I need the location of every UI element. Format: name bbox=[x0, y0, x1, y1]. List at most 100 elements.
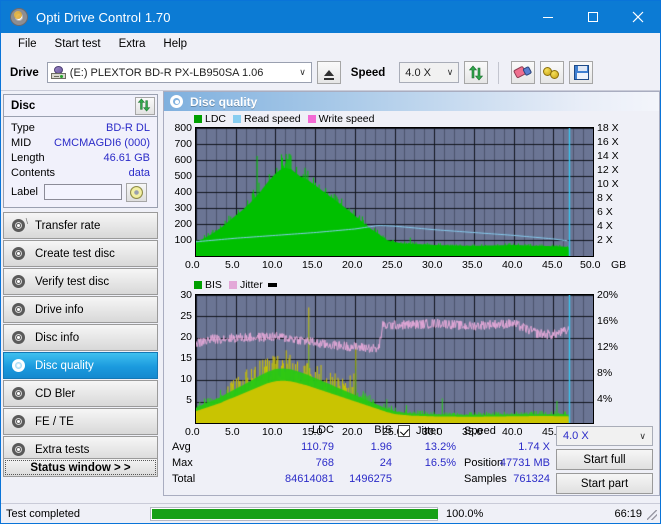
bottom-y2tick-16: 16% bbox=[597, 315, 619, 327]
main-panel: Disc quality LDC Read speed Write speed bbox=[163, 91, 660, 496]
toolbar-divider bbox=[498, 61, 500, 84]
stats-max-jitter: 16.5% bbox=[424, 457, 456, 469]
disc-row-length: Length 46.61 GB bbox=[4, 150, 157, 165]
sidebar-item-fe-te[interactable]: FE / TE bbox=[3, 408, 158, 435]
legend-label: Jitter bbox=[239, 279, 263, 291]
drive-icon bbox=[50, 66, 66, 79]
speed-select[interactable]: 4.0 X ∨ bbox=[399, 62, 460, 83]
disc-label-input[interactable] bbox=[43, 184, 122, 200]
title-bar: Opti Drive Control 1.70 bbox=[1, 1, 660, 33]
stats-samples-value: 761324 bbox=[513, 473, 550, 485]
sidebar-nav: \ Transfer rate Create test disc Verify … bbox=[3, 212, 158, 464]
top-xtick-20: 20.0 bbox=[342, 259, 363, 271]
drive-select[interactable]: (E:) PLEXTOR BD-R PX-LB950SA 1.06 ∨ bbox=[46, 62, 312, 83]
erase-button[interactable] bbox=[511, 61, 536, 84]
app-disc-icon bbox=[10, 8, 28, 26]
minimize-button[interactable] bbox=[525, 1, 570, 33]
legend-item-write-speed: Write speed bbox=[307, 113, 375, 125]
chevron-down-icon: ∨ bbox=[639, 430, 646, 441]
legend-swatch bbox=[228, 281, 237, 289]
stats-col-bis: BIS bbox=[374, 424, 392, 436]
eraser-icon bbox=[512, 63, 534, 82]
sidebar-item-label: FE / TE bbox=[35, 415, 74, 428]
disc-icon bbox=[11, 330, 27, 346]
legend-label: LDC bbox=[205, 113, 227, 125]
refresh-icon bbox=[468, 65, 484, 81]
bottom-ytick-5: 5 bbox=[186, 394, 192, 406]
sidebar-item-disc-info[interactable]: Disc info bbox=[3, 324, 158, 351]
refresh-icon bbox=[137, 97, 153, 114]
sidebar-item-label: Transfer rate bbox=[35, 219, 101, 232]
eject-icon bbox=[323, 69, 334, 80]
top-y2tick-10x: 10 X bbox=[597, 178, 619, 190]
stats-row-max-label: Max bbox=[172, 457, 193, 469]
top-ytick-400: 400 bbox=[174, 186, 192, 198]
top-xtick-5: 5.0 bbox=[225, 259, 240, 271]
speed-select-value: 4.0 X bbox=[405, 66, 431, 79]
eject-button[interactable] bbox=[316, 61, 341, 84]
top-y2tick-4x: 4 X bbox=[597, 220, 613, 232]
disc-icon: \ bbox=[11, 217, 28, 234]
stats-row-total-label: Total bbox=[172, 473, 196, 485]
window-controls bbox=[525, 1, 660, 33]
start-part-button[interactable]: Start part bbox=[556, 473, 653, 494]
top-xtick-30: 30.0 bbox=[422, 259, 443, 271]
sidebar-item-label: Create test disc bbox=[35, 247, 115, 260]
sidebar-item-label: Extra tests bbox=[35, 443, 90, 456]
top-ytick-600: 600 bbox=[174, 154, 192, 166]
save-button[interactable] bbox=[569, 61, 594, 84]
cd-icon bbox=[129, 185, 143, 199]
disc-label-apply-button[interactable] bbox=[125, 182, 147, 202]
start-full-button[interactable]: Start full bbox=[556, 449, 653, 470]
test-speed-value: 4.0 X bbox=[563, 430, 589, 442]
elapsed-time: 66:19 bbox=[614, 507, 642, 520]
refresh-button[interactable] bbox=[464, 61, 489, 84]
disc-row-value: 46.61 GB bbox=[103, 151, 150, 164]
top-xtick-40: 40.0 bbox=[502, 259, 523, 271]
drive-label: Drive bbox=[10, 66, 39, 79]
bottom-y2tick-12: 12% bbox=[597, 341, 619, 353]
disc-icon bbox=[11, 442, 27, 458]
menu-help[interactable]: Help bbox=[154, 36, 196, 52]
legend-item-read-speed: Read speed bbox=[233, 113, 301, 125]
sidebar-item-label: Drive info bbox=[35, 303, 84, 316]
disc-row-value: BD-R DL bbox=[105, 121, 150, 134]
bottom-y2tick-20: 20% bbox=[597, 289, 619, 301]
test-speed-select[interactable]: 4.0 X ∨ bbox=[556, 426, 653, 446]
sidebar-item-create-test-disc[interactable]: Create test disc bbox=[3, 240, 158, 267]
top-chart-legend: LDC Read speed Write speed bbox=[194, 113, 382, 125]
menu-file[interactable]: File bbox=[9, 36, 46, 52]
disc-icon bbox=[11, 386, 27, 402]
disc-refresh-button[interactable] bbox=[135, 96, 155, 115]
sidebar-item-drive-info[interactable]: Drive info bbox=[3, 296, 158, 323]
sidebar: Disc Type BD-R DL MID CMCMAGDI6 (000) Le… bbox=[1, 91, 161, 496]
menu-start-test[interactable]: Start test bbox=[46, 36, 110, 52]
disc-panel-header: Disc bbox=[4, 95, 157, 117]
chevron-down-icon: ∨ bbox=[299, 67, 306, 77]
sidebar-item-transfer-rate[interactable]: \ Transfer rate bbox=[3, 212, 158, 239]
top-chart-plot bbox=[195, 127, 594, 257]
bottom-ytick-10: 10 bbox=[180, 373, 192, 385]
disc-row-value: data bbox=[128, 166, 150, 179]
sidebar-item-label: Disc info bbox=[35, 331, 80, 344]
menu-extra[interactable]: Extra bbox=[110, 36, 155, 52]
sidebar-item-disc-quality[interactable]: Disc quality bbox=[3, 352, 158, 379]
resize-grip[interactable] bbox=[647, 510, 657, 520]
close-button[interactable] bbox=[615, 1, 660, 33]
disc-row-type: Type BD-R DL bbox=[4, 120, 157, 135]
stats-panel: LDC BIS Avg 110.79 1.96 Max 768 24 Total… bbox=[164, 422, 659, 495]
disc-icon bbox=[11, 246, 27, 262]
sidebar-item-label: CD Bler bbox=[35, 387, 76, 400]
progress-fill bbox=[152, 508, 438, 519]
jitter-label: Jitter bbox=[416, 425, 440, 437]
stats-speed-value: 1.74 X bbox=[518, 441, 550, 453]
speed-label: Speed bbox=[350, 66, 386, 79]
sidebar-item-cd-bler[interactable]: CD Bler bbox=[3, 380, 158, 407]
stats-max-bis: 24 bbox=[379, 457, 392, 469]
drive-settings-button[interactable] bbox=[540, 61, 565, 84]
status-window-button[interactable]: Status window > > bbox=[3, 458, 158, 477]
legend-swatch bbox=[233, 115, 242, 123]
maximize-button[interactable] bbox=[570, 1, 615, 33]
sidebar-item-verify-test-disc[interactable]: Verify test disc bbox=[3, 268, 158, 295]
jitter-checkbox[interactable] bbox=[398, 425, 410, 437]
